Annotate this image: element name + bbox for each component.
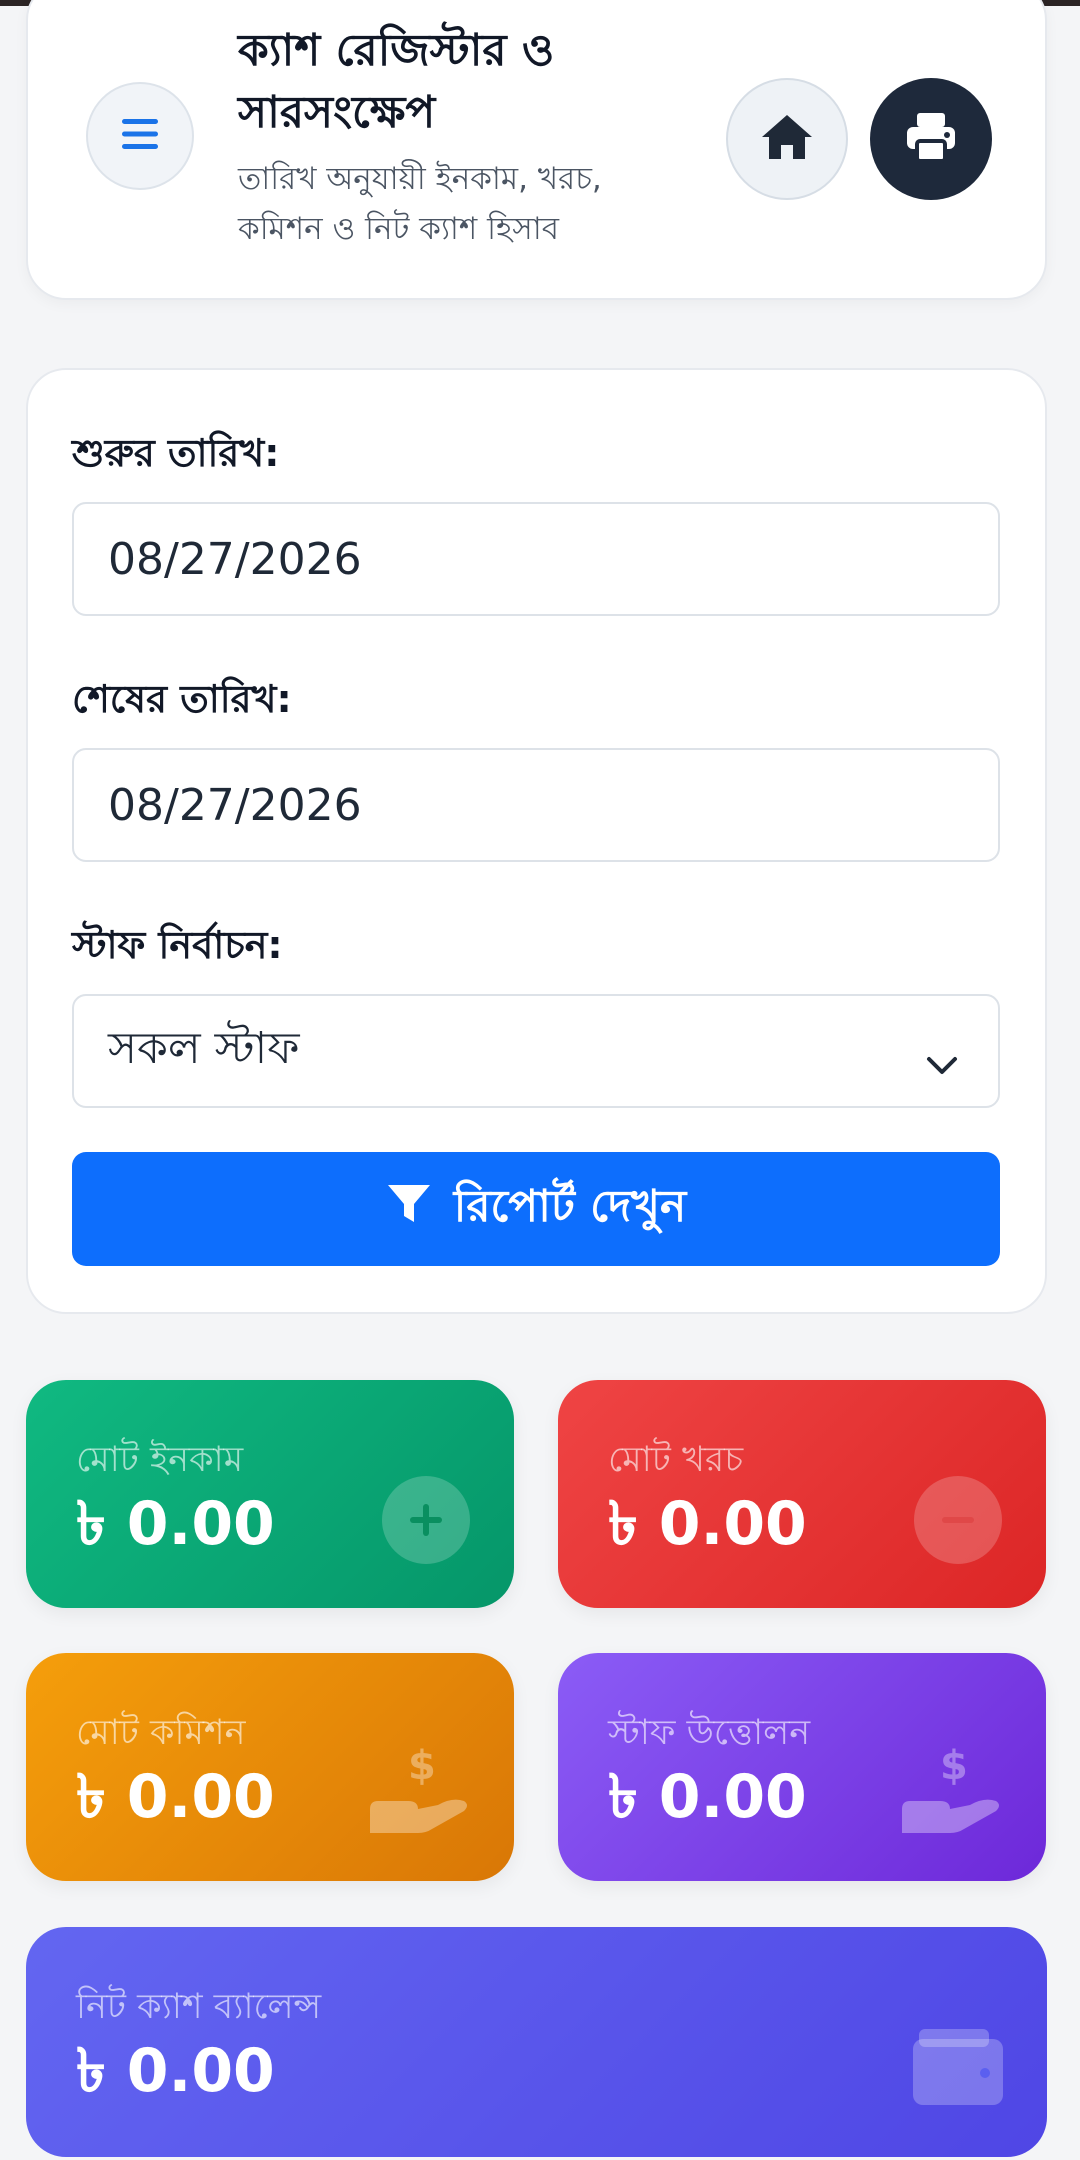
- total-expense-value: ৳ 0.00: [608, 1489, 807, 1559]
- total-income-value: ৳ 0.00: [76, 1489, 275, 1559]
- home-button[interactable]: [726, 78, 848, 200]
- hand-dollar-icon: $: [900, 1743, 1004, 1841]
- view-report-label: রিপোর্ট দেখুন: [453, 1180, 687, 1232]
- filter-icon: [386, 1182, 432, 1237]
- start-date-label: শুরুর তারিখ:: [72, 431, 280, 475]
- svg-text:$: $: [408, 1745, 436, 1789]
- staff-withdrawal-value: ৳ 0.00: [608, 1762, 807, 1832]
- total-income-card: মোট ইনকাম ৳ 0.00: [26, 1380, 514, 1608]
- plus-icon: [382, 1476, 470, 1564]
- page-subtitle: তারিখ অনুযায়ী ইনকাম, খরচ, কমিশন ও নিট ক…: [238, 161, 602, 247]
- printer-icon: [904, 111, 958, 167]
- menu-icon: [120, 117, 160, 155]
- home-icon: [759, 112, 815, 166]
- end-date-value: 08/27/2026: [108, 779, 362, 831]
- net-cash-balance-value: ৳ 0.00: [76, 2036, 275, 2106]
- page-title: ক্যাশ রেজিস্টার ও সারসংক্ষেপ: [238, 25, 555, 138]
- end-date-label: শেষের তারিখ:: [72, 677, 292, 721]
- total-commission-card: মোট কমিশন ৳ 0.00 $: [26, 1653, 514, 1881]
- start-date-input[interactable]: 08/27/2026: [72, 502, 1000, 616]
- menu-button[interactable]: [86, 82, 194, 190]
- print-button[interactable]: [870, 78, 992, 200]
- staff-select-value: সকল স্টাফ: [108, 1022, 300, 1074]
- staff-select-label: স্টাফ নির্বাচন:: [72, 923, 283, 967]
- start-date-value: 08/27/2026: [108, 533, 362, 585]
- total-expense-card: মোট খরচ ৳ 0.00: [558, 1380, 1046, 1608]
- total-commission-value: ৳ 0.00: [76, 1762, 275, 1832]
- minus-icon: [914, 1476, 1002, 1564]
- net-cash-balance-card: নিট ক্যাশ ব্যালেন্স ৳ 0.00: [26, 1927, 1047, 2157]
- chevron-down-icon: [926, 1036, 958, 1087]
- header-card: ক্যাশ রেজিস্টার ও সারসংক্ষেপ তারিখ অনুযা…: [26, 0, 1047, 300]
- view-report-button[interactable]: রিপোর্ট দেখুন: [72, 1152, 1000, 1266]
- staff-withdrawal-card: স্টাফ উত্তোলন ৳ 0.00 $: [558, 1653, 1046, 1881]
- end-date-input[interactable]: 08/27/2026: [72, 748, 1000, 862]
- wallet-icon: [911, 2027, 1005, 2111]
- hand-dollar-icon: $: [368, 1743, 472, 1841]
- svg-text:$: $: [940, 1745, 968, 1789]
- staff-select[interactable]: সকল স্টাফ: [72, 994, 1000, 1108]
